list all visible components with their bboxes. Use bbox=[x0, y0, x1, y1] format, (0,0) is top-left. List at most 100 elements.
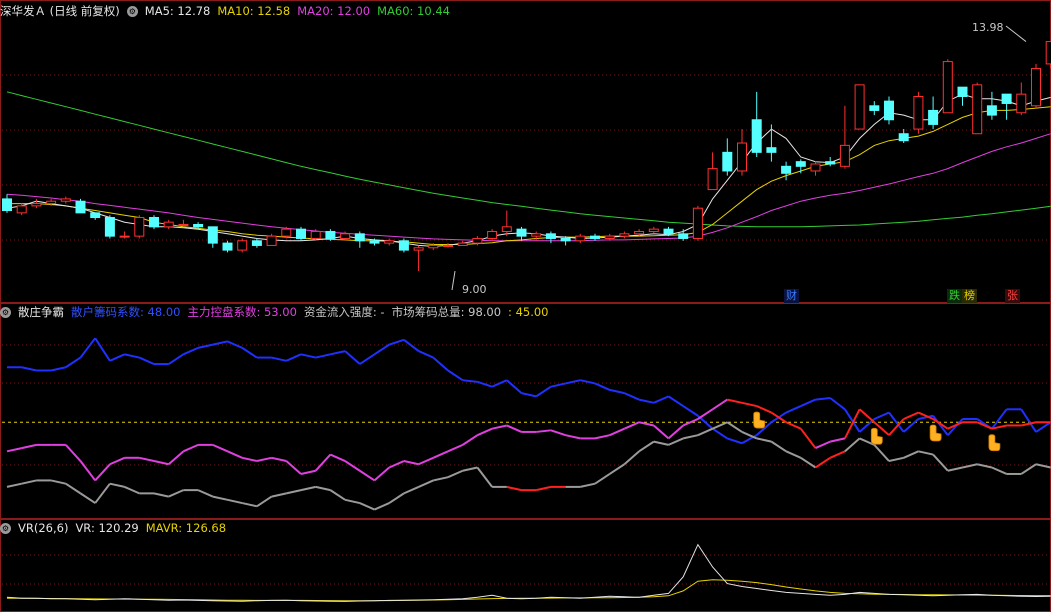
candle-body-33 bbox=[487, 230, 498, 239]
retail-line-seg-56 bbox=[829, 397, 846, 411]
main-control-line-seg-50 bbox=[741, 401, 757, 408]
candle-body-56 bbox=[825, 161, 836, 165]
candle-body-30 bbox=[443, 244, 453, 247]
main-control-line-seg-29 bbox=[432, 450, 449, 459]
retail-line-seg-21 bbox=[315, 353, 331, 359]
retail-line-seg-15 bbox=[227, 340, 243, 349]
candle-body-13 bbox=[193, 224, 204, 228]
candle-body-26 bbox=[384, 240, 395, 244]
candle-body-49 bbox=[722, 151, 733, 172]
main-control-line-seg-45 bbox=[667, 424, 684, 440]
oscillator-title: 散庄争霸 bbox=[18, 305, 64, 319]
candle-body-70 bbox=[1031, 68, 1041, 107]
retail-line-seg-35 bbox=[521, 392, 537, 398]
settings-icon[interactable]: ⚙ bbox=[0, 306, 11, 318]
ma-indicator-0: MA5: 12.78 bbox=[144, 4, 211, 18]
event-tag-1[interactable]: 跌 bbox=[947, 289, 962, 303]
retail-line-seg-4 bbox=[65, 356, 82, 369]
candle-body-6 bbox=[90, 212, 101, 219]
main-control-line-seg-33 bbox=[491, 424, 508, 430]
retail-line-seg-70 bbox=[1035, 421, 1051, 433]
candle-body-44 bbox=[648, 228, 659, 232]
retail-line-seg-31 bbox=[462, 379, 478, 383]
mavr-line bbox=[7, 579, 1051, 602]
main-control-line-seg-55 bbox=[815, 440, 831, 450]
settings-icon[interactable]: ⚙ bbox=[126, 5, 138, 17]
vr-indicator-list: VR: 120.29 MAVR: 126.68 bbox=[75, 519, 233, 537]
candle-body-28 bbox=[413, 247, 424, 251]
candle-body-55 bbox=[810, 163, 821, 172]
market-total-line-seg-63 bbox=[932, 453, 949, 472]
candle-body-51 bbox=[751, 119, 762, 153]
main-control-line-seg-44 bbox=[653, 424, 670, 440]
retail-line-seg-41 bbox=[609, 388, 625, 395]
vr-indicator-0: VR: 120.29 bbox=[75, 521, 139, 535]
retail-line-seg-11 bbox=[168, 353, 184, 365]
main-control-line-seg-23 bbox=[344, 460, 361, 472]
candle-body-15 bbox=[222, 242, 233, 251]
retail-line-seg-40 bbox=[594, 382, 611, 391]
market-total-line-seg-56 bbox=[829, 450, 846, 459]
market-total-line-seg-4 bbox=[65, 482, 82, 495]
panel-frame-1 bbox=[0, 303, 1051, 519]
candle-body-61 bbox=[898, 133, 909, 142]
market-total-line-seg-0 bbox=[6, 482, 22, 488]
market-total-line-seg-6 bbox=[94, 483, 111, 504]
market-total-line-seg-52 bbox=[770, 440, 787, 453]
event-tag-2[interactable]: 榜 bbox=[962, 289, 977, 303]
main-control-line-seg-40 bbox=[594, 434, 610, 440]
event-tag-0[interactable]: 财 bbox=[784, 289, 799, 303]
retail-line-seg-43 bbox=[638, 398, 655, 404]
retail-line-seg-26 bbox=[388, 338, 405, 346]
market-total-line-seg-30 bbox=[447, 469, 464, 479]
retail-line-seg-9 bbox=[138, 356, 155, 365]
main-control-line-seg-1 bbox=[21, 443, 37, 450]
main-chart-header: 深华发Ａ (日线 前复权) ⚙ MA5: 12.78 MA10: 12.58 MA2… bbox=[0, 2, 457, 20]
main-control-line-seg-53 bbox=[785, 421, 802, 430]
candle-body-40 bbox=[590, 235, 600, 239]
event-tag-3[interactable]: 张 bbox=[1005, 289, 1020, 303]
vr-line bbox=[6, 543, 1051, 602]
market-total-line-seg-66 bbox=[976, 463, 993, 469]
candle-body-8 bbox=[119, 235, 130, 238]
market-total-line-seg-22 bbox=[329, 489, 346, 501]
market-total-line-seg-13 bbox=[197, 489, 214, 498]
candle-body-2 bbox=[31, 203, 42, 207]
market-total-line-seg-26 bbox=[388, 492, 405, 504]
market-total-line-seg-11 bbox=[168, 489, 184, 498]
candle-body-25 bbox=[369, 240, 380, 244]
main-control-line-seg-20 bbox=[300, 469, 316, 475]
main-control-line-seg-9 bbox=[139, 456, 155, 463]
retail-line-seg-36 bbox=[535, 385, 552, 398]
market-total-line-seg-20 bbox=[300, 485, 316, 492]
market-total-line-seg-49 bbox=[726, 421, 743, 433]
candle-body-23 bbox=[340, 233, 351, 239]
retail-line-seg-29 bbox=[432, 356, 449, 372]
ma-indicator-2: MA20: 12.00 bbox=[297, 4, 371, 18]
retail-line-seg-18 bbox=[271, 356, 287, 362]
candle-body-68 bbox=[1001, 93, 1012, 104]
main-control-line-seg-15 bbox=[227, 450, 243, 459]
main-control-line-seg-14 bbox=[212, 443, 228, 453]
market-total-line-seg-41 bbox=[609, 463, 625, 475]
main-control-line-seg-18 bbox=[271, 456, 287, 463]
candle-body-27 bbox=[398, 240, 409, 251]
candle-body-71 bbox=[1045, 41, 1051, 65]
retail-line-seg-37 bbox=[550, 382, 566, 388]
main-control-line-seg-26 bbox=[388, 460, 405, 469]
settings-icon[interactable]: ⚙ bbox=[0, 522, 11, 534]
market-total-line-seg-29 bbox=[433, 476, 449, 482]
ma10-line bbox=[7, 106, 1051, 245]
retail-line-seg-6 bbox=[94, 337, 111, 362]
hand-marker-icon-0 bbox=[753, 411, 766, 429]
candle-body-58 bbox=[854, 84, 865, 130]
candle-body-48 bbox=[707, 168, 718, 191]
oscillator-header: ⚙ 散庄争霸 散户籌码系数: 48.00 主力控盘系数: 53.00 资金流入强度:… bbox=[0, 303, 556, 321]
high-price-label: 13.98 bbox=[972, 21, 1004, 34]
main-control-line-seg-27 bbox=[403, 460, 419, 466]
main-control-line-seg-22 bbox=[329, 453, 346, 462]
market-total-line-seg-67 bbox=[991, 466, 1008, 475]
market-total-line-seg-59 bbox=[873, 444, 890, 462]
retail-line-seg-23 bbox=[344, 350, 361, 365]
vr-title: VR(26,6) bbox=[18, 521, 69, 535]
